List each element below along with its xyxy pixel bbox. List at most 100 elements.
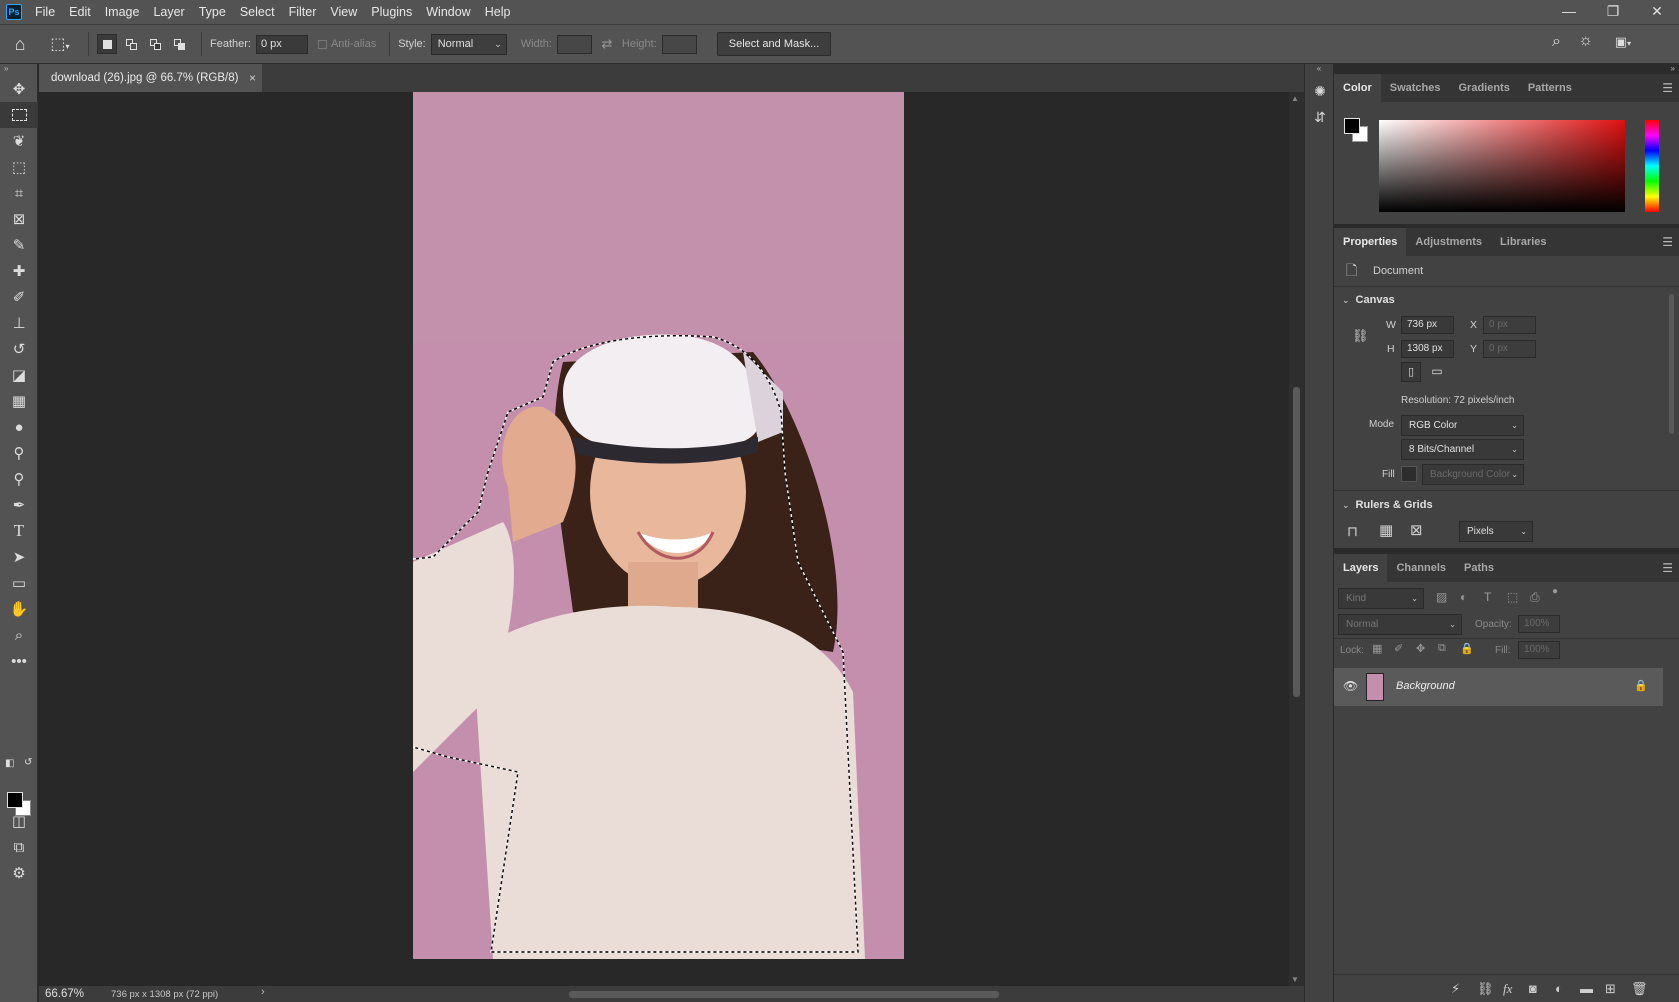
tab-swatches[interactable]: Swatches (1381, 74, 1450, 102)
minimize-button[interactable]: — (1547, 0, 1591, 24)
tab-patterns[interactable]: Patterns (1519, 74, 1581, 102)
screen-mode-icon[interactable]: ⧉ (0, 834, 38, 860)
tab-properties[interactable]: Properties (1334, 228, 1407, 256)
style-select[interactable]: Normal ⌄ (430, 33, 507, 55)
swap-icon[interactable]: ⇄ (592, 36, 622, 52)
history-panel-icon[interactable]: ⇵ (1305, 104, 1335, 130)
menu-type[interactable]: Type (192, 0, 233, 24)
tab-channels[interactable]: Channels (1387, 554, 1455, 582)
fill-input[interactable]: 100% (1518, 641, 1560, 659)
canvas-width-input[interactable]: 736 px (1401, 316, 1454, 334)
search-icon[interactable]: ⌕ (1552, 33, 1561, 51)
lightbulb-icon[interactable]: ☼ (1578, 32, 1593, 50)
subtract-selection-button[interactable] (145, 34, 165, 54)
restore-button[interactable]: ❐ (1591, 0, 1635, 24)
lock-position-icon[interactable]: ✥ (1416, 642, 1425, 655)
marquee-preset-icon[interactable]: ⬚▾ (40, 34, 80, 54)
feather-input[interactable]: 0 px (255, 34, 308, 54)
lock-all-icon[interactable]: 🔒 (1460, 642, 1474, 655)
menu-image[interactable]: Image (98, 0, 147, 24)
type-tool-icon[interactable]: T (0, 518, 38, 544)
menu-plugins[interactable]: Plugins (364, 0, 419, 24)
hue-slider[interactable] (1645, 120, 1659, 212)
horizontal-scrollbar[interactable] (284, 989, 1274, 999)
guides-icon[interactable]: ⊠ (1410, 521, 1423, 539)
wand-icon[interactable]: ⚡ (1451, 981, 1460, 997)
rectangular-marquee-tool-icon[interactable] (0, 102, 38, 128)
scroll-up-icon[interactable]: ▲ (1291, 94, 1299, 103)
shape-filter-icon[interactable]: ⬚ (1507, 590, 1518, 604)
units-select[interactable]: Pixels ⌄ (1459, 521, 1533, 542)
frame-tool-icon[interactable]: ⊠ (0, 206, 38, 232)
scroll-down-icon[interactable]: ▼ (1291, 975, 1299, 984)
canvas-y-input[interactable]: 0 px (1483, 340, 1536, 358)
history-brush-tool-icon[interactable]: ↺ (0, 336, 38, 362)
intersect-selection-button[interactable] (169, 34, 189, 54)
menu-layer[interactable]: Layer (146, 0, 191, 24)
default-colors-icon[interactable]: ◧ (5, 758, 14, 769)
new-layer-icon[interactable]: ⊞ (1605, 981, 1616, 997)
color-picker-field[interactable] (1379, 120, 1625, 212)
gradient-tool-icon[interactable]: ▦ (0, 388, 38, 414)
menu-filter[interactable]: Filter (282, 0, 324, 24)
adjustment-layer-icon[interactable]: ◐ (1555, 981, 1563, 996)
zoom-level[interactable]: 66.67% (39, 988, 111, 1000)
document-image[interactable] (413, 92, 904, 959)
eyedropper-tool-icon[interactable]: ✎ (0, 232, 38, 258)
close-icon[interactable]: × (249, 64, 256, 92)
eraser-tool-icon[interactable]: ◪ (0, 362, 38, 388)
grid-icon[interactable]: ▦ (1379, 521, 1393, 539)
crop-tool-icon[interactable]: ⌗ (0, 180, 38, 206)
menu-view[interactable]: View (323, 0, 364, 24)
horizontal-scroll-thumb[interactable] (569, 991, 999, 998)
tab-layers[interactable]: Layers (1334, 554, 1388, 582)
swap-colors-icon[interactable]: ↺ (24, 757, 32, 768)
blend-mode-select[interactable]: Normal ⌄ (1338, 614, 1462, 635)
canvas-x-input[interactable]: 0 px (1483, 316, 1536, 334)
tab-adjustments[interactable]: Adjustments (1406, 228, 1491, 256)
menu-select[interactable]: Select (233, 0, 282, 24)
panel-menu-icon[interactable]: ☰ (1662, 74, 1673, 102)
path-selection-tool-icon[interactable]: ➤ (0, 544, 38, 570)
layer-name[interactable]: Background (1396, 680, 1455, 692)
tab-libraries[interactable]: Libraries (1491, 228, 1555, 256)
rulers-section-title[interactable]: ⌄ Rulers & Grids (1342, 499, 1433, 511)
new-group-icon[interactable]: ▬ (1580, 981, 1593, 996)
link-icon[interactable]: ⛓ (1352, 328, 1369, 344)
workspace-icon[interactable]: ▣▾ (1615, 34, 1631, 50)
color-foreground-swatch[interactable] (1344, 118, 1360, 134)
tab-gradients[interactable]: Gradients (1449, 74, 1518, 102)
rectangle-tool-icon[interactable]: ▭ (0, 570, 38, 596)
vertical-scroll-thumb[interactable] (1293, 387, 1300, 697)
lock-pixels-icon[interactable]: ✐ (1394, 642, 1403, 655)
expand-panels-icon[interactable]: » (1671, 64, 1675, 73)
portrait-orientation-icon[interactable]: ▯ (1401, 362, 1421, 382)
layer-filter-select[interactable]: Kind ⌄ (1338, 588, 1424, 609)
height-input[interactable] (661, 34, 697, 54)
expand-icon[interactable]: » (0, 64, 37, 76)
mode-select[interactable]: RGB Color ⌄ (1401, 415, 1524, 436)
canvas-section-title[interactable]: ⌄ Canvas (1342, 294, 1395, 306)
canvas-area[interactable] (39, 92, 1289, 986)
menu-help[interactable]: Help (478, 0, 518, 24)
pen-tool-icon[interactable]: ✒ (0, 492, 38, 518)
add-selection-button[interactable] (121, 34, 141, 54)
brush-settings-icon[interactable]: ✺ (1305, 78, 1335, 104)
select-and-mask-button[interactable]: Select and Mask... (716, 32, 832, 56)
width-input[interactable] (556, 34, 592, 54)
object-selection-tool-icon[interactable]: ⬚ (0, 154, 38, 180)
menu-edit[interactable]: Edit (62, 0, 98, 24)
layer-row[interactable]: 👁 Background 🔒 (1334, 668, 1663, 706)
ruler-icon[interactable]: ⊓ (1347, 523, 1358, 540)
filter-toggle-icon[interactable]: ● (1552, 586, 1558, 597)
link-layers-icon[interactable]: ⛓ (1477, 981, 1494, 997)
antialias-checkbox[interactable] (317, 39, 327, 49)
more-tools-icon[interactable]: ••• (0, 648, 38, 674)
clone-stamp-tool-icon[interactable]: ⊥ (0, 310, 38, 336)
document-tab[interactable]: download (26).jpg @ 66.7% (RGB/8) × (39, 64, 262, 92)
move-tool-icon[interactable]: ✥ (0, 76, 38, 102)
panel-menu-icon[interactable]: ☰ (1662, 554, 1673, 582)
add-mask-icon[interactable]: ◙ (1529, 981, 1537, 996)
menu-window[interactable]: Window (419, 0, 477, 24)
opacity-input[interactable]: 100% (1518, 615, 1560, 633)
